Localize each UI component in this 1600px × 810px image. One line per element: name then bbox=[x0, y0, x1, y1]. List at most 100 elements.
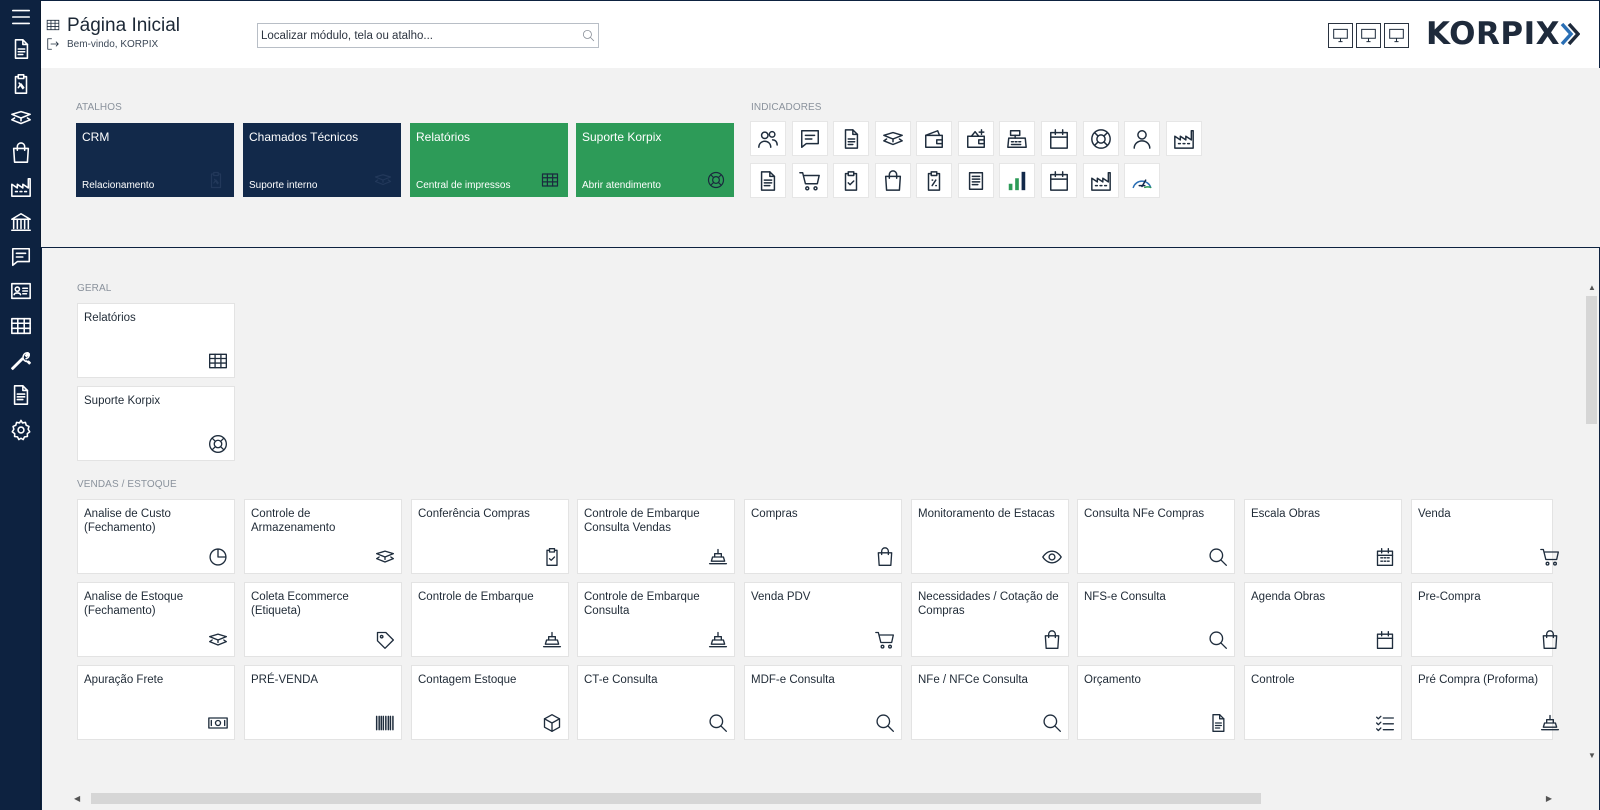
table-icon bbox=[208, 351, 228, 371]
lifebuoy-icon bbox=[707, 171, 725, 189]
sidebar-item-settings[interactable] bbox=[0, 413, 41, 447]
indicator-factory[interactable] bbox=[1166, 121, 1202, 156]
monitor-button-2[interactable] bbox=[1356, 23, 1381, 48]
clipboard-check-icon bbox=[840, 170, 862, 192]
vertical-scroll-thumb[interactable] bbox=[1586, 296, 1597, 424]
module-card[interactable]: Consulta NFe Compras bbox=[1077, 499, 1235, 574]
module-card[interactable]: Escala Obras bbox=[1244, 499, 1402, 574]
indicator-layers[interactable] bbox=[875, 121, 911, 156]
module-card[interactable]: Controle de Embarque bbox=[411, 582, 569, 657]
module-card-suporte-korpix[interactable]: Suporte Korpix bbox=[77, 386, 235, 461]
monitor-button-1[interactable] bbox=[1328, 23, 1353, 48]
hamburger-menu-button[interactable] bbox=[0, 0, 41, 34]
indicator-lifebuoy[interactable] bbox=[1083, 121, 1119, 156]
module-card[interactable]: Controle bbox=[1244, 665, 1402, 740]
indicator-report[interactable] bbox=[750, 163, 786, 198]
sidebar-item-table[interactable] bbox=[0, 309, 41, 343]
indicator-gauge[interactable] bbox=[1124, 163, 1160, 198]
module-card[interactable]: PRÉ-VENDA bbox=[244, 665, 402, 740]
module-card[interactable]: Pre-Compra bbox=[1411, 582, 1553, 657]
bag-icon bbox=[1540, 630, 1560, 650]
logout-icon[interactable] bbox=[46, 37, 60, 51]
indicator-people[interactable] bbox=[750, 121, 786, 156]
module-card[interactable]: CT-e Consulta bbox=[577, 665, 735, 740]
search-input[interactable] bbox=[258, 24, 568, 47]
indicator-calendar[interactable] bbox=[1041, 121, 1077, 156]
shortcut-chamados-tecnicos[interactable]: Chamados Técnicos Suporte interno bbox=[243, 123, 401, 197]
calendar-grid-icon bbox=[1375, 547, 1395, 567]
indicator-receipt[interactable] bbox=[916, 163, 952, 198]
sidebar-item-chat[interactable] bbox=[0, 240, 41, 274]
module-card[interactable]: Controle de Armazenamento bbox=[244, 499, 402, 574]
shortcut-suporte-korpix[interactable]: Suporte Korpix Abrir atendimento bbox=[576, 123, 734, 197]
sidebar-item-bank[interactable] bbox=[0, 205, 41, 239]
search-icon[interactable] bbox=[582, 29, 595, 42]
card-title: PRÉ-VENDA bbox=[251, 674, 319, 686]
table-icon bbox=[10, 315, 32, 337]
indicator-cart[interactable] bbox=[792, 163, 828, 198]
card-title: Necessidades / Cotação de Compras bbox=[918, 591, 1059, 617]
indicator-clipboard-check[interactable] bbox=[833, 163, 869, 198]
grid-icon[interactable] bbox=[46, 18, 60, 32]
sidebar-item-clipboard[interactable] bbox=[0, 67, 41, 101]
indicator-document[interactable] bbox=[833, 121, 869, 156]
welcome-text: Bem-vindo, KORPIX bbox=[67, 39, 159, 50]
sidebar-item-contacts[interactable] bbox=[0, 274, 41, 308]
sidebar-item-shopping[interactable] bbox=[0, 136, 41, 170]
scroll-left-icon[interactable]: ◀ bbox=[74, 794, 80, 803]
sidebar-item-layers[interactable] bbox=[0, 101, 41, 135]
module-card[interactable]: Controle de Embarque Consulta Vendas bbox=[577, 499, 735, 574]
module-card[interactable]: Conferência Compras bbox=[411, 499, 569, 574]
scroll-up-icon[interactable]: ▲ bbox=[1588, 283, 1596, 292]
shortcut-relatorios[interactable]: Relatórios Central de impressos bbox=[410, 123, 568, 197]
calendar-icon bbox=[1048, 128, 1070, 150]
ship-icon bbox=[708, 547, 728, 567]
indicator-wallet-plus[interactable] bbox=[958, 121, 994, 156]
module-card[interactable]: Monitoramento de Estacas bbox=[911, 499, 1069, 574]
module-card[interactable]: Coleta Ecommerce (Etiqueta) bbox=[244, 582, 402, 657]
scroll-right-icon[interactable]: ▶ bbox=[1546, 794, 1552, 803]
indicator-wallet[interactable] bbox=[916, 121, 952, 156]
module-card[interactable]: Orçamento bbox=[1077, 665, 1235, 740]
monitor-button-3[interactable] bbox=[1384, 23, 1409, 48]
search-icon bbox=[1208, 547, 1228, 567]
module-card[interactable]: Pré Compra (Proforma) bbox=[1411, 665, 1553, 740]
sidebar-item-factory[interactable] bbox=[0, 170, 41, 204]
module-card[interactable]: NFe / NFCe Consulta bbox=[911, 665, 1069, 740]
card-title: Controle de Embarque Consulta bbox=[584, 591, 700, 617]
vertical-scrollbar[interactable]: ▲ ▼ bbox=[1586, 283, 1597, 760]
module-card[interactable]: Controle de Embarque Consulta bbox=[577, 582, 735, 657]
card-title: Agenda Obras bbox=[1251, 591, 1326, 603]
module-card[interactable]: Agenda Obras bbox=[1244, 582, 1402, 657]
module-card[interactable]: NFS-e Consulta bbox=[1077, 582, 1235, 657]
module-card[interactable]: Contagem Estoque bbox=[411, 665, 569, 740]
module-card[interactable]: Necessidades / Cotação de Compras bbox=[911, 582, 1069, 657]
indicator-cash-register[interactable] bbox=[999, 121, 1035, 156]
indicator-factory-2[interactable] bbox=[1083, 163, 1119, 198]
module-card-relatorios[interactable]: Relatórios bbox=[77, 303, 235, 378]
module-card[interactable]: Venda bbox=[1411, 499, 1553, 574]
sidebar-item-tools[interactable] bbox=[0, 344, 41, 378]
indicator-chat[interactable] bbox=[792, 121, 828, 156]
shortcut-crm[interactable]: CRM Relacionamento bbox=[76, 123, 234, 197]
horizontal-scroll-thumb[interactable] bbox=[91, 793, 1261, 804]
card-title: Venda bbox=[1418, 508, 1451, 520]
module-card[interactable]: Analise de Custo (Fechamento) bbox=[77, 499, 235, 574]
sidebar-item-documents[interactable] bbox=[0, 32, 41, 66]
module-card[interactable]: Apuração Frete bbox=[77, 665, 235, 740]
indicator-bag[interactable] bbox=[875, 163, 911, 198]
module-card[interactable]: Analise de Estoque (Fechamento) bbox=[77, 582, 235, 657]
tile-title: Relatórios bbox=[416, 130, 471, 144]
sidebar-item-reports[interactable] bbox=[0, 378, 41, 412]
indicator-bar-chart[interactable] bbox=[999, 163, 1035, 198]
scroll-down-icon[interactable]: ▼ bbox=[1588, 751, 1596, 760]
indicator-document-lines[interactable] bbox=[958, 163, 994, 198]
module-card[interactable]: Venda PDV bbox=[744, 582, 902, 657]
module-card[interactable]: Compras bbox=[744, 499, 902, 574]
horizontal-scrollbar[interactable]: ◀ ▶ bbox=[72, 793, 1572, 804]
indicator-calendar-2[interactable] bbox=[1041, 163, 1077, 198]
module-card[interactable]: MDF-e Consulta bbox=[744, 665, 902, 740]
indicator-user[interactable] bbox=[1124, 121, 1160, 156]
card-title: Coleta Ecommerce (Etiqueta) bbox=[251, 591, 349, 617]
card-title: Escala Obras bbox=[1251, 508, 1321, 520]
